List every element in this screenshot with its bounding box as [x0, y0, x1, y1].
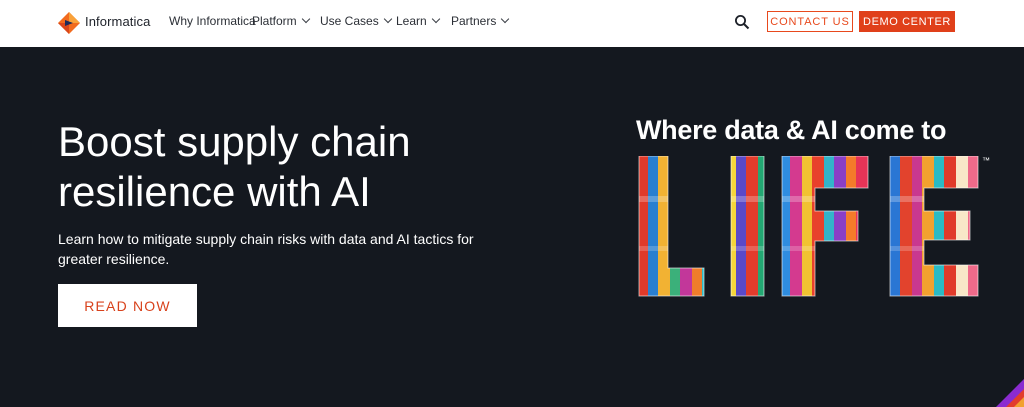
contact-us-button[interactable]: CONTACT US [767, 11, 853, 32]
hero-title-line-1: Boost supply chain [58, 118, 411, 165]
nav-platform[interactable]: Platform [252, 14, 310, 28]
demo-center-button[interactable]: DEMO CENTER [859, 11, 955, 32]
chevron-down-icon [383, 14, 392, 24]
informatica-logo[interactable] [58, 12, 80, 34]
nav-partners[interactable]: Partners [451, 14, 510, 28]
nav-learn[interactable]: Learn [396, 14, 440, 28]
trademark-symbol: ™ [982, 156, 990, 165]
hero-title: Boost supply chain resilience with AI [58, 117, 518, 217]
nav-use-cases[interactable]: Use Cases [320, 14, 392, 28]
chevron-down-icon [501, 14, 510, 24]
nav-why-informatica[interactable]: Why Informatica [169, 14, 256, 28]
chevron-down-icon [301, 14, 310, 24]
nav-label: Platform [252, 14, 297, 28]
hero-subtitle: Learn how to mitigate supply chain risks… [58, 231, 474, 267]
read-now-button[interactable]: READ NOW [58, 284, 197, 327]
nav-label: Why Informatica [169, 14, 256, 28]
chevron-down-icon [431, 14, 440, 24]
top-navigation: Informatica Why Informatica Platform Use… [0, 0, 1024, 47]
life-graphic [638, 156, 979, 297]
decorative-corner-stripes [996, 379, 1024, 407]
nav-label: Use Cases [320, 14, 379, 28]
nav-label: Learn [396, 14, 427, 28]
nav-label: Partners [451, 14, 497, 28]
logo-text[interactable]: Informatica [85, 14, 150, 29]
hero-title-line-2: resilience with AI [58, 168, 371, 215]
promo-tagline: Where data & AI come to [636, 115, 947, 145]
search-icon[interactable] [734, 14, 750, 30]
